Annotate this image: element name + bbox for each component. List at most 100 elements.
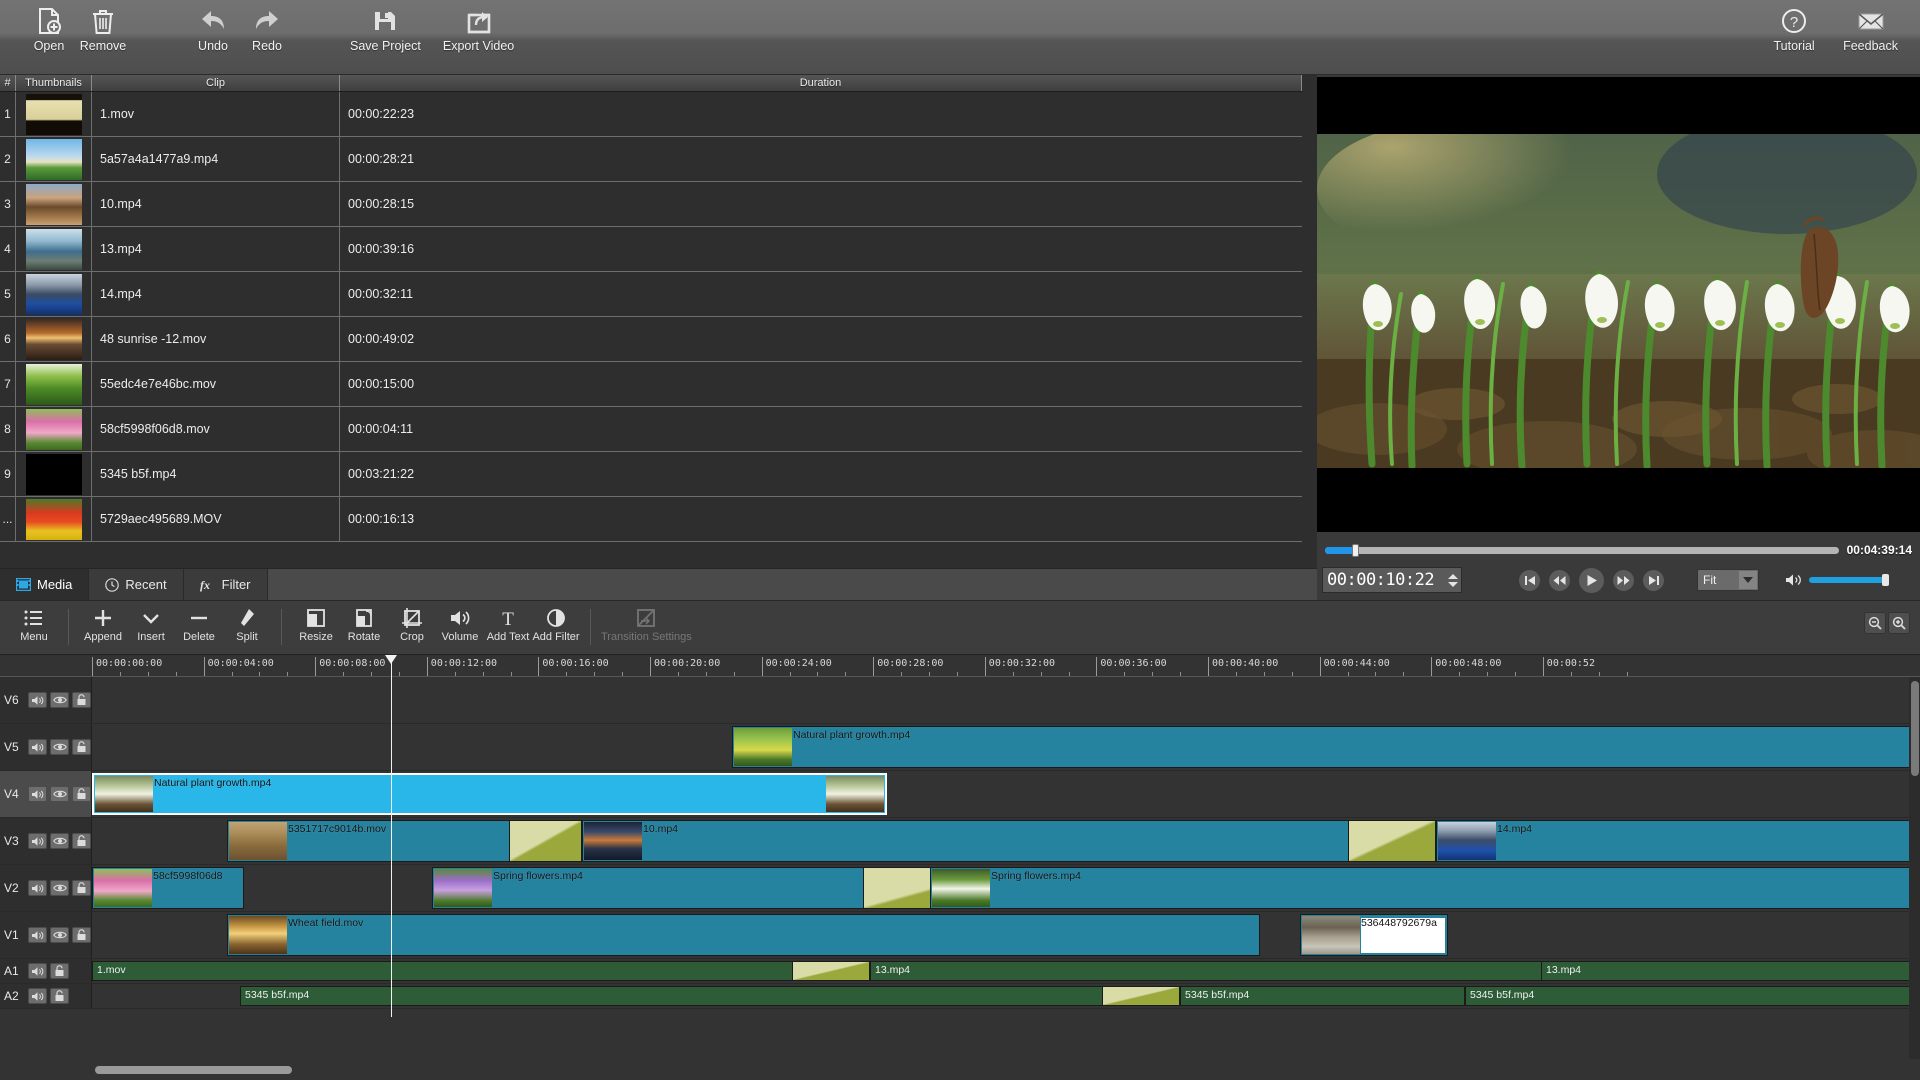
timecode-increment-icon[interactable] [1448, 573, 1458, 579]
crop-button[interactable]: Crop [388, 601, 436, 643]
delete-button[interactable]: Delete [175, 601, 223, 643]
timeline-playhead[interactable] [385, 655, 398, 1017]
timeline-clip[interactable]: 14.mp4 [1436, 820, 1920, 862]
tab-media[interactable]: Media [0, 569, 90, 600]
timeline-track-v4[interactable]: V4 Natural plant growth.mp4 [0, 771, 1920, 818]
playhead-handle[interactable] [385, 655, 398, 664]
timeline-clip[interactable]: 13.mp4 [1541, 961, 1920, 981]
rewind-button[interactable] [1548, 568, 1571, 592]
timeline-clip[interactable]: Natural plant growth.mp4 [92, 773, 887, 815]
seek-slider[interactable] [1325, 543, 1839, 557]
track-header-v6[interactable]: V6 [0, 677, 92, 723]
speaker-toggle-v6[interactable] [28, 692, 47, 708]
eye-toggle-v3[interactable] [50, 833, 69, 849]
timeline-vertical-scrollbar-thumb[interactable] [1911, 681, 1919, 776]
timeline-clip[interactable]: 5345 b5f.mp4 [1465, 986, 1920, 1006]
speaker-toggle-v3[interactable] [28, 833, 47, 849]
timeline-track-a2[interactable]: A2 5345 b5f.mp4 5345 b5f.mp4 5345 b5f.mp4 [0, 984, 1920, 1009]
media-row[interactable]: 9 5345 b5f.mp4 00:03:21:22 [0, 452, 1302, 497]
column-header-number[interactable]: # [0, 75, 16, 91]
timeline-track-v1[interactable]: V1 Wheat field.mov 536448792679a [0, 912, 1920, 959]
lock-toggle-v2[interactable] [72, 880, 91, 896]
speaker-icon[interactable] [1785, 573, 1802, 587]
speaker-toggle-v2[interactable] [28, 880, 47, 896]
timeline-track-v2[interactable]: V2 58cf5998f06d8 Spring flowers.mp4 Spring … [0, 865, 1920, 912]
eye-toggle-v1[interactable] [50, 927, 69, 943]
split-button[interactable]: Split [223, 601, 271, 643]
timeline-zoom-out-button[interactable] [1864, 612, 1886, 634]
track-header-a2[interactable]: A2 [0, 984, 92, 1008]
timeline-horizontal-scrollbar[interactable] [0, 1060, 1920, 1080]
volume-slider-handle[interactable] [1882, 574, 1889, 586]
media-row[interactable]: ... 5729aec495689.MOV 00:00:16:13 [0, 497, 1302, 542]
skip-to-start-button[interactable] [1518, 568, 1541, 592]
timecode-stepper[interactable] [1445, 568, 1461, 592]
speaker-toggle-v4[interactable] [28, 786, 47, 802]
timeline-clip[interactable]: Spring flowers.mp4 [930, 867, 1920, 909]
track-body-v3[interactable]: 5351717c9014b.mov 10.mp4 14.mp4 [92, 818, 1920, 864]
speaker-toggle-v5[interactable] [28, 739, 47, 755]
timeline-clip[interactable]: 58cf5998f06d8 [92, 867, 244, 909]
redo-button[interactable]: Redo [240, 0, 294, 53]
timeline-clip[interactable]: 13.mp4 [870, 961, 1587, 981]
timeline-horizontal-scrollbar-thumb[interactable] [95, 1066, 292, 1074]
timeline-transition[interactable] [1348, 820, 1436, 862]
media-row[interactable]: 8 58cf5998f06d8.mov 00:00:04:11 [0, 407, 1302, 452]
timeline-clip[interactable]: 5345 b5f.mp4 [240, 986, 1110, 1006]
timeline-vertical-scrollbar[interactable] [1909, 677, 1920, 1059]
feedback-button[interactable]: Feedback [1843, 0, 1898, 53]
speaker-toggle-a2[interactable] [28, 988, 47, 1004]
media-row[interactable]: 3 10.mp4 00:00:28:15 [0, 182, 1302, 227]
timeline-track-v6[interactable]: V6 [0, 677, 1920, 724]
tab-filter[interactable]: fx Filter [184, 569, 268, 600]
timeline-track-v3[interactable]: V3 5351717c9014b.mov 10.mp4 14.mp4 [0, 818, 1920, 865]
eye-toggle-v6[interactable] [50, 692, 69, 708]
media-row[interactable]: 2 5a57a4a1477a9.mp4 00:00:28:21 [0, 137, 1302, 182]
lock-toggle-v1[interactable] [72, 927, 91, 943]
volume-button[interactable]: Volume [436, 601, 484, 643]
timeline-clip[interactable]: Wheat field.mov [227, 914, 1260, 956]
skip-to-end-button[interactable] [1642, 568, 1665, 592]
lock-toggle-v3[interactable] [72, 833, 91, 849]
timeline-clip[interactable]: 5345 b5f.mp4 [1180, 986, 1465, 1006]
save-project-button[interactable]: Save Project [350, 0, 421, 53]
lock-toggle-v4[interactable] [72, 786, 91, 802]
timeline-clip[interactable]: 536448792679a [1300, 914, 1448, 956]
speaker-toggle-v1[interactable] [28, 927, 47, 943]
media-rows-container[interactable]: 1 1.mov 00:00:22:23 2 5a57a4a1477a9.mp4 00:00… [0, 92, 1302, 568]
video-preview-stage[interactable] [1317, 77, 1920, 532]
track-header-v3[interactable]: V3 [0, 818, 92, 864]
media-row[interactable]: 4 13.mp4 00:00:39:16 [0, 227, 1302, 272]
track-body-v6[interactable] [92, 677, 1920, 723]
lock-toggle-a2[interactable] [50, 988, 69, 1004]
timeline-ruler[interactable]: 00:00:00:00 00:00:04:00 00:00:08:00 00:00:1… [92, 655, 1920, 677]
seek-slider-handle[interactable] [1351, 543, 1359, 557]
open-button[interactable]: Open [22, 0, 76, 53]
timeline-zoom-in-button[interactable] [1888, 612, 1910, 634]
timeline-track-a1[interactable]: A1 1.mov 13.mp4 13.mp4 [0, 959, 1920, 984]
timeline-transition[interactable] [509, 820, 582, 862]
track-header-v1[interactable]: V1 [0, 912, 92, 958]
zoom-mode-select[interactable]: Fit [1697, 569, 1759, 591]
track-body-a2[interactable]: 5345 b5f.mp4 5345 b5f.mp4 5345 b5f.mp4 [92, 984, 1920, 1008]
tab-recent[interactable]: Recent [89, 569, 184, 600]
timeline-track-v5[interactable]: V5 Natural plant growth.mp4 [0, 724, 1920, 771]
eye-toggle-v5[interactable] [50, 739, 69, 755]
chevron-down-icon[interactable] [1739, 571, 1757, 589]
menu-button[interactable]: Menu [10, 601, 58, 643]
track-header-v4[interactable]: V4 [0, 771, 92, 817]
track-header-a1[interactable]: A1 [0, 959, 92, 983]
timeline-transition[interactable] [792, 961, 870, 981]
undo-button[interactable]: Undo [186, 0, 240, 53]
volume-slider[interactable] [1809, 574, 1889, 586]
fast-forward-button[interactable] [1612, 568, 1635, 592]
lock-toggle-v5[interactable] [72, 739, 91, 755]
track-body-a1[interactable]: 1.mov 13.mp4 13.mp4 [92, 959, 1920, 983]
append-button[interactable]: Append [79, 601, 127, 643]
timeline-clip[interactable]: 1.mov [92, 961, 808, 981]
media-row[interactable]: 1 1.mov 00:00:22:23 [0, 92, 1302, 137]
timecode-decrement-icon[interactable] [1448, 581, 1458, 587]
lock-toggle-a1[interactable] [50, 963, 69, 979]
remove-button[interactable]: Remove [76, 0, 130, 53]
timeline-clip[interactable]: 10.mp4 [582, 820, 1390, 862]
